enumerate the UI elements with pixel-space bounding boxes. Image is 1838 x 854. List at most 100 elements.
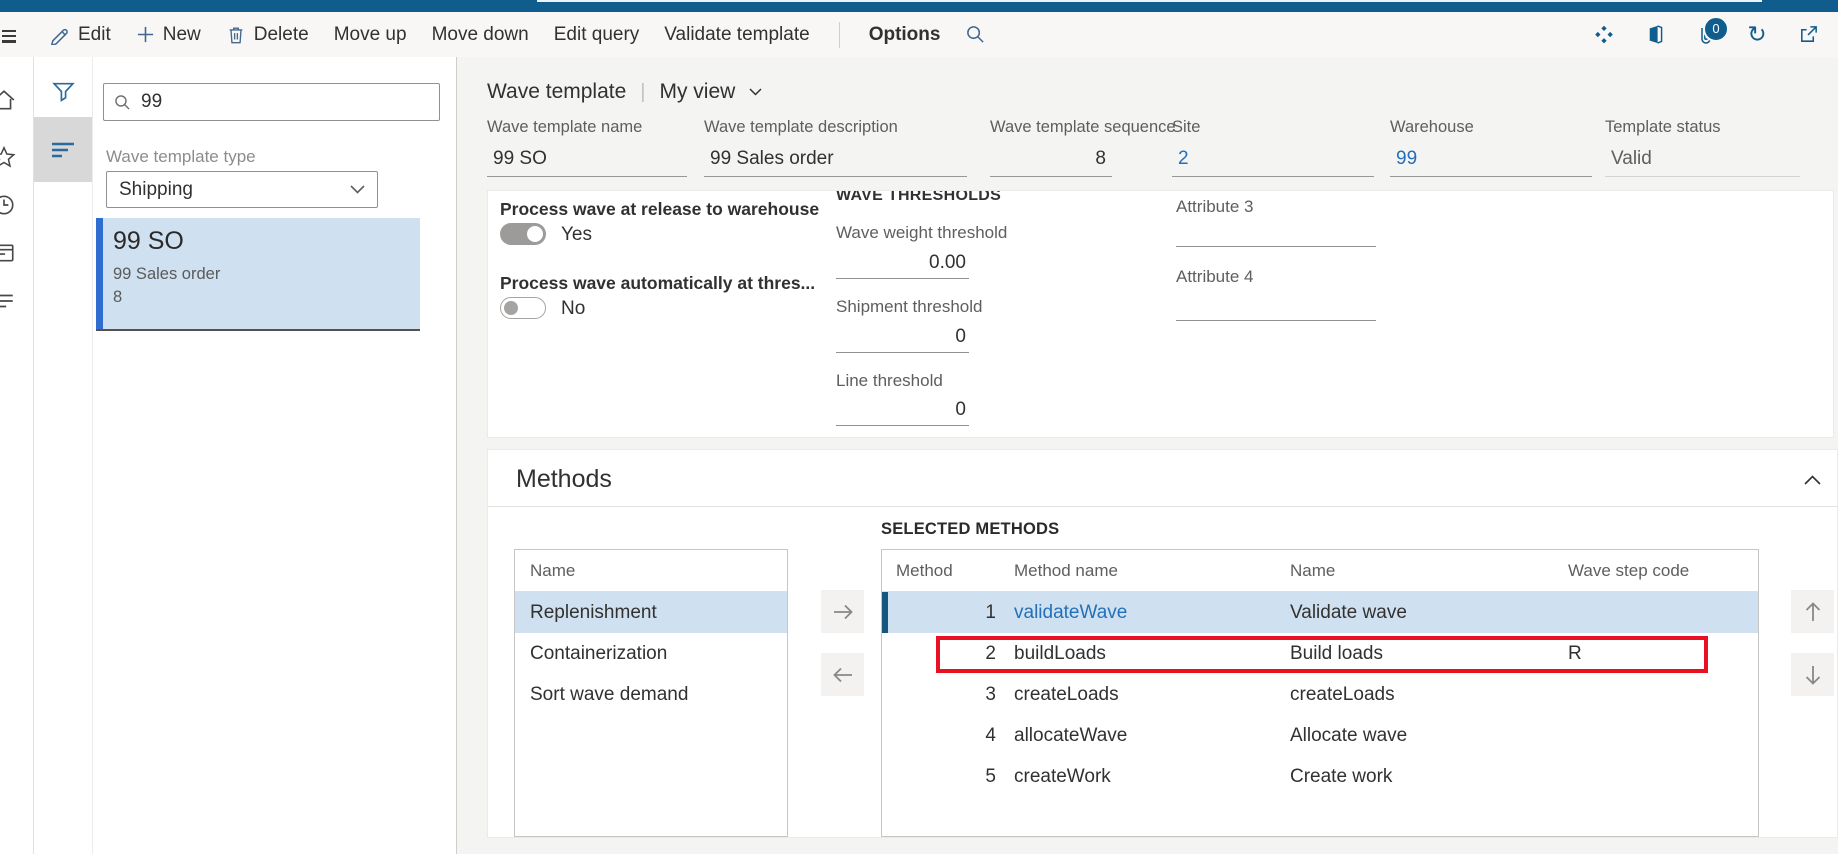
options-button[interactable]: Options [869,24,941,46]
menu-lines-icon [0,294,13,308]
move-method-down-button[interactable] [1791,653,1834,696]
nav-recent-button[interactable] [0,193,16,217]
title-separator: | [640,80,646,103]
toolbar-separator [838,21,840,48]
nav-workspaces-button[interactable] [0,241,16,265]
cell-sequence: 2 [985,643,996,664]
validate-template-button[interactable]: Validate template [664,24,809,46]
dynamics-wave-template-screen: Edit New Delete Move up Move down Edit q… [0,0,1838,854]
search-icon [967,26,985,43]
title-bar-highlight [537,0,1762,2]
warehouse-link[interactable]: 99 [1390,143,1592,177]
hamburger-icon[interactable] [2,27,16,43]
shipment-threshold-input[interactable]: 0 [836,315,969,353]
grid-row[interactable]: 1 validateWave Validate wave [882,592,1758,633]
delete-button[interactable]: Delete [226,24,309,46]
open-in-new-window-button[interactable] [1796,23,1820,47]
move-down-button[interactable]: Move down [432,24,529,46]
chevron-down-icon[interactable] [749,88,762,96]
cell-sequence: 1 [985,602,996,623]
list-item-subtitle: 99 Sales order [113,265,221,283]
cell-name: createLoads [1290,684,1395,705]
grid-row[interactable]: 3 createLoads createLoads [882,674,1758,715]
column-header[interactable]: Wave step code [1554,550,1758,591]
edit-query-button[interactable]: Edit query [554,24,640,46]
field-value-input[interactable]: 99 Sales order [704,143,967,177]
cell-sequence: 3 [985,684,996,705]
grid-row[interactable]: 4 allocateWave Allocate wave [882,715,1758,756]
site-link[interactable]: 2 [1172,143,1374,177]
office-apps-button[interactable] [1643,23,1667,47]
column-header[interactable]: Method name [1000,550,1276,591]
available-method-row[interactable]: Containerization [515,633,787,674]
available-method-row[interactable]: Replenishment [515,592,787,633]
grid-row[interactable]: 2 buildLoads Build loads R [882,633,1758,674]
available-method-row[interactable]: Sort wave demand [515,674,787,715]
attribute4-label: Attribute 4 [1176,267,1254,286]
line-threshold-input[interactable]: 0 [836,388,969,426]
home-icon [0,90,15,110]
field-wave-template-description: Wave template description 99 Sales order [704,118,967,177]
move-up-button[interactable]: Move up [334,24,407,46]
star-icon [0,145,16,168]
wave-thresholds-title: WAVE THRESHOLDS [836,190,1002,204]
search-icon [115,94,130,110]
arrow-left-icon [832,667,852,682]
shipment-threshold-value: 0 [955,326,966,347]
arrow-right-icon [833,604,853,619]
cell-sequence: 4 [985,725,996,746]
field-value-input[interactable]: 8 [990,143,1112,177]
list-view-button[interactable] [34,117,92,182]
methods-section-card: Methods Name Replenishment Containerizat… [487,449,1838,838]
process-wave-automatically-toggle[interactable] [500,297,546,319]
record-search-input[interactable]: 99 [103,83,440,121]
delete-label: Delete [253,23,309,45]
process-wave-at-release-toggle[interactable] [500,223,546,245]
refresh-button[interactable]: ↻ [1745,23,1769,47]
toolbar-search-button[interactable] [965,24,986,45]
move-method-up-button[interactable] [1791,590,1834,633]
nav-modules-button[interactable] [0,289,16,313]
attribute3-input[interactable] [1176,211,1376,247]
edit-query-label: Edit query [553,23,640,45]
column-header[interactable]: Name [1276,550,1554,591]
cell-method-name-link[interactable]: validateWave [1000,592,1276,633]
attribute4-input[interactable] [1176,285,1376,321]
field-label: Wave template description [704,118,898,136]
nav-favorites-button[interactable] [0,145,16,169]
selected-methods-grid: Method sequ... Method name Name Wave ste… [881,549,1759,837]
cell-method-name: buildLoads [1014,643,1106,664]
refresh-icon: ↻ [1747,21,1767,47]
field-label: Site [1172,118,1201,136]
weight-threshold-input[interactable]: 0.00 [836,241,969,279]
move-down-label: Move down [431,23,529,45]
arrow-up-icon [1805,601,1820,621]
field-value-input[interactable]: 99 SO [487,143,687,177]
selected-methods-title: SELECTED METHODS [881,520,1060,538]
list-lines-icon [52,142,74,157]
toggle1-value: Yes [561,224,592,245]
funnel-icon [52,82,75,102]
edit-button[interactable]: Edit [49,24,111,46]
remove-method-button[interactable] [821,653,864,696]
nav-home-button[interactable] [0,88,16,112]
open-in-new-icon [1800,26,1817,42]
nav-rail [0,57,34,854]
record-list-pane: 99 Wave template type Shipping 99 SO 99 … [93,57,457,854]
type-filter-value: Shipping [119,178,193,200]
shipment-threshold-label: Shipment threshold [836,297,983,316]
filter-pane-button[interactable] [51,79,76,109]
task-recorder-button[interactable] [1592,23,1616,47]
add-method-button[interactable] [821,590,864,633]
clock-icon [0,195,14,215]
attachments-button[interactable]: 0 [1694,15,1729,47]
list-item-99-so[interactable]: 99 SO 99 Sales order 8 [96,218,420,331]
column-header[interactable]: Method sequ... [882,550,1000,622]
new-button[interactable]: New [136,24,201,46]
field-label: Template status [1605,118,1721,136]
cell-wave-step-code [1554,756,1758,797]
type-filter-select[interactable]: Shipping [106,171,378,208]
view-selector[interactable]: My view [659,80,735,104]
grid-row[interactable]: 5 createWork Create work [882,756,1758,797]
collapse-section-button[interactable] [1804,472,1821,490]
